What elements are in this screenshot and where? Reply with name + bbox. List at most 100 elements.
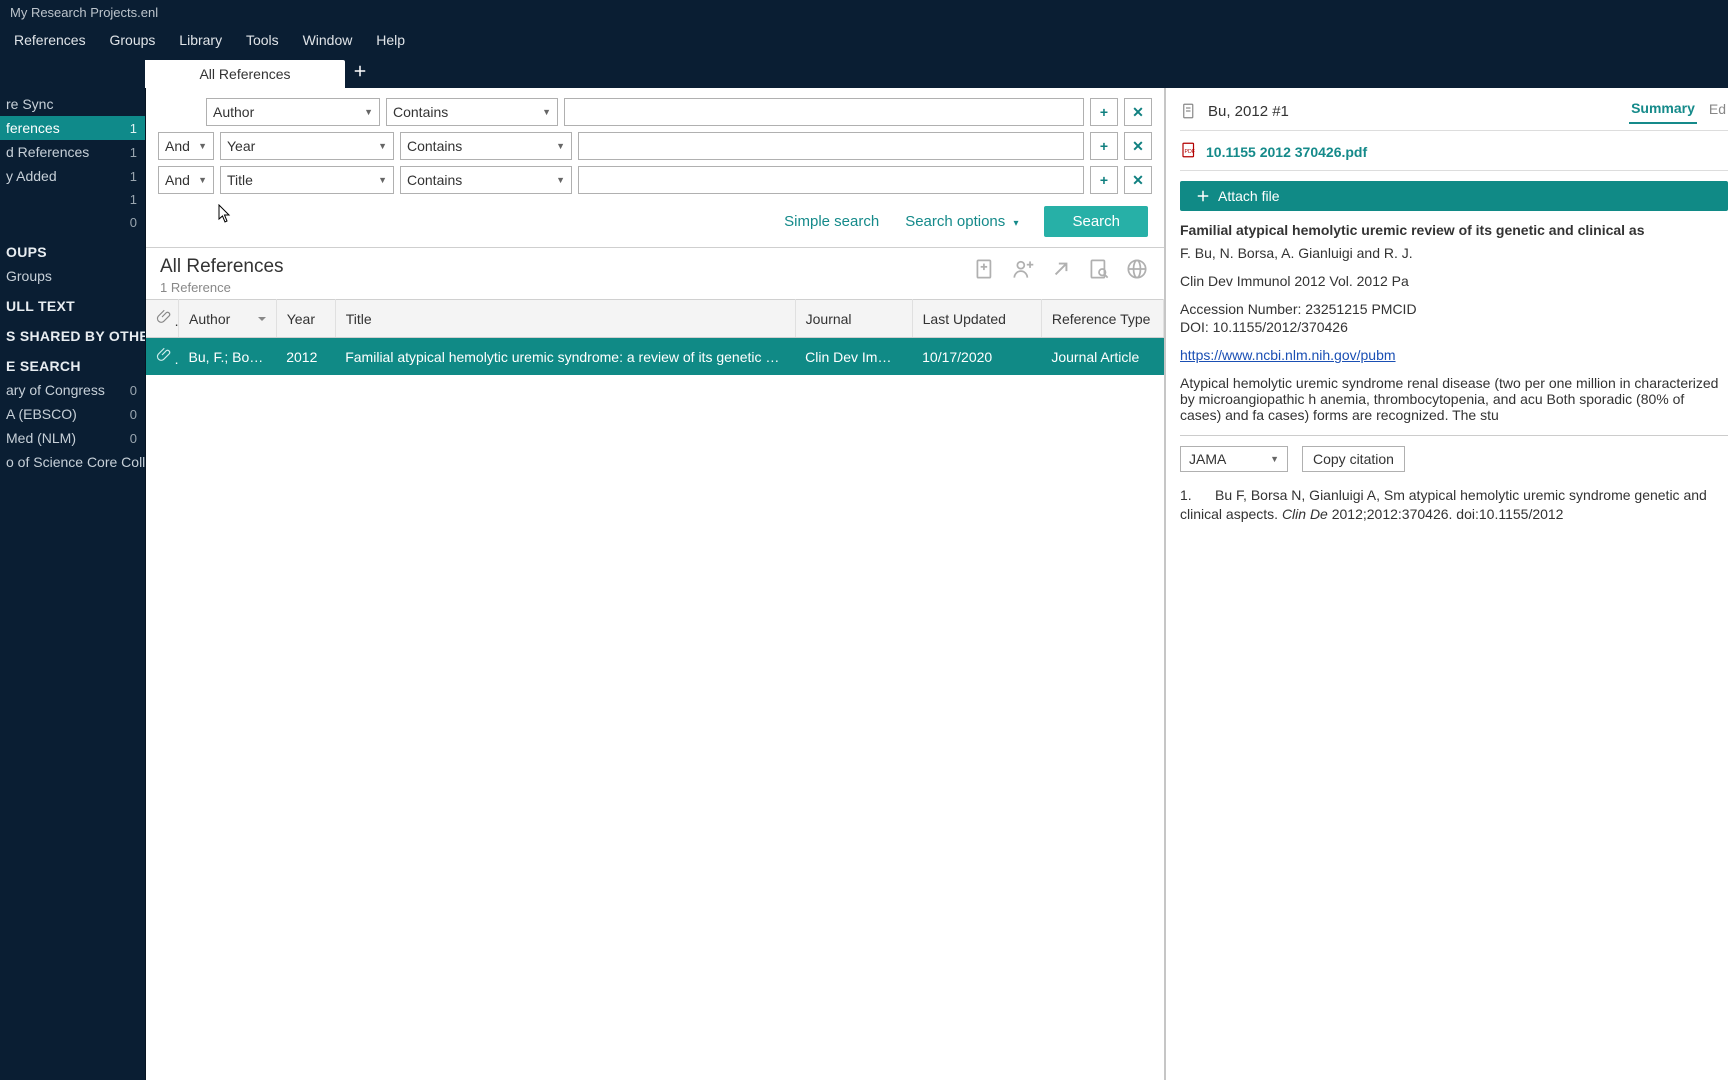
- preview-tab-summary[interactable]: Summary: [1629, 98, 1697, 124]
- preview-abstract: Atypical hemolytic uremic syndrome renal…: [1180, 375, 1728, 423]
- sidebar-header-online-search: E SEARCH: [0, 348, 145, 378]
- chevron-down-icon: ▼: [198, 141, 207, 151]
- web-icon[interactable]: [1124, 256, 1150, 282]
- search-value-input[interactable]: [578, 132, 1084, 160]
- cell-journal: Clin Dev Immunol: [795, 338, 912, 376]
- attach-file-label: Attach file: [1218, 188, 1279, 204]
- menu-library[interactable]: Library: [169, 28, 232, 52]
- search-value-input[interactable]: [564, 98, 1084, 126]
- table-row[interactable]: Bu, F.; Borsa, ... 2012 Familial atypica…: [146, 338, 1164, 376]
- citation-style-value: JAMA: [1189, 451, 1226, 467]
- results-heading: All References: [160, 256, 284, 278]
- add-search-row-button[interactable]: +: [1090, 132, 1118, 160]
- search-operator-select[interactable]: Contains ▼: [400, 166, 572, 194]
- chevron-down-icon: ▼: [1270, 454, 1279, 464]
- sidebar-header-shared: S SHARED BY OTHERS: [0, 318, 145, 348]
- preview-title: Familial atypical hemolytic uremic revie…: [1180, 221, 1728, 239]
- sidebar-source-pubmed[interactable]: Med (NLM) 0: [0, 426, 145, 450]
- preview-panel: Bu, 2012 #1 Summary Ed PDF 10.1155 2012 …: [1166, 88, 1728, 1080]
- col-title[interactable]: Title: [335, 300, 795, 338]
- search-operator-value: Contains: [407, 172, 462, 188]
- col-attachment[interactable]: [146, 300, 179, 338]
- chevron-down-icon: ▼: [378, 175, 387, 185]
- search-bool-select[interactable]: And ▼: [158, 166, 214, 194]
- add-search-row-button[interactable]: +: [1090, 98, 1118, 126]
- chevron-down-icon: ▼: [378, 141, 387, 151]
- export-icon[interactable]: [1048, 256, 1074, 282]
- share-user-icon[interactable]: [1010, 256, 1036, 282]
- search-row: And ▼ Title ▼ Contains ▼ + ✕: [158, 166, 1152, 194]
- search-bool-select[interactable]: And ▼: [158, 132, 214, 160]
- menu-groups[interactable]: Groups: [99, 28, 165, 52]
- citation-text: 1. Bu F, Borsa N, Gianluigi A, Sm atypic…: [1180, 486, 1728, 524]
- sidebar: re Sync ferences 1 d References 1 y Adde…: [0, 88, 146, 1080]
- search-field-select[interactable]: Year ▼: [220, 132, 394, 160]
- search-button[interactable]: Search: [1044, 206, 1148, 237]
- attach-file-button[interactable]: Attach file: [1180, 181, 1728, 211]
- tab-all-references-label: All References: [199, 66, 290, 82]
- simple-search-link[interactable]: Simple search: [784, 213, 879, 230]
- search-operator-select[interactable]: Contains ▼: [400, 132, 572, 160]
- find-fulltext-icon[interactable]: [1086, 256, 1112, 282]
- sidebar-source-wos[interactable]: o of Science Core Colle... 0: [0, 450, 145, 474]
- col-author[interactable]: Author: [179, 300, 277, 338]
- menu-references[interactable]: References: [4, 28, 96, 52]
- search-bool-value: And: [165, 172, 190, 188]
- sidebar-item-recently-added[interactable]: y Added 1: [0, 164, 145, 188]
- preview-ref-id: Bu, 2012 #1: [1208, 103, 1289, 120]
- sidebar-item-references[interactable]: ferences 1: [0, 116, 145, 140]
- sidebar-item-unfiled[interactable]: 1: [0, 188, 145, 211]
- sidebar-item-count: 1: [130, 169, 137, 184]
- remove-search-row-button[interactable]: ✕: [1124, 132, 1152, 160]
- preview-tab-edit[interactable]: Ed: [1707, 99, 1728, 123]
- preview-authors: F. Bu, N. Borsa, A. Gianluigi and R. J.: [1180, 245, 1728, 261]
- new-reference-icon[interactable]: [972, 256, 998, 282]
- window-title-text: My Research Projects.enl: [10, 5, 158, 20]
- sidebar-item-label: y Added: [6, 168, 57, 184]
- sidebar-sync[interactable]: re Sync: [0, 92, 145, 116]
- col-journal[interactable]: Journal: [795, 300, 912, 338]
- search-options-link[interactable]: Search options ▾: [905, 213, 1018, 230]
- col-year[interactable]: Year: [276, 300, 335, 338]
- copy-citation-button[interactable]: Copy citation: [1302, 446, 1405, 472]
- remove-search-row-button[interactable]: ✕: [1124, 98, 1152, 126]
- sidebar-item-count: 0: [130, 407, 137, 422]
- search-actions: Simple search Search options ▾ Search: [158, 200, 1152, 239]
- tab-all-references[interactable]: All References: [145, 60, 345, 88]
- cell-author: Bu, F.; Borsa, ...: [179, 338, 277, 376]
- document-icon: [1180, 102, 1198, 120]
- sidebar-source-ebsco[interactable]: A (EBSCO) 0: [0, 402, 145, 426]
- preview-pdf-row[interactable]: PDF 10.1155 2012 370426.pdf: [1180, 131, 1728, 171]
- sidebar-sync-label: re Sync: [6, 96, 53, 112]
- add-search-row-button[interactable]: +: [1090, 166, 1118, 194]
- search-operator-select[interactable]: Contains ▼: [386, 98, 558, 126]
- col-reference-type[interactable]: Reference Type: [1041, 300, 1163, 338]
- menu-bar: References Groups Library Tools Window H…: [0, 24, 1728, 58]
- preview-header: Bu, 2012 #1 Summary Ed: [1180, 96, 1728, 131]
- sidebar-my-groups[interactable]: Groups: [0, 264, 145, 288]
- search-field-value: Title: [227, 172, 253, 188]
- sidebar-item-count: 0: [130, 383, 137, 398]
- search-field-select[interactable]: Author ▼: [206, 98, 380, 126]
- menu-tools[interactable]: Tools: [236, 28, 289, 52]
- svg-text:PDF: PDF: [1185, 149, 1196, 155]
- cell-year: 2012: [276, 338, 335, 376]
- plus-icon: [1194, 187, 1212, 205]
- menu-help[interactable]: Help: [366, 28, 415, 52]
- search-field-select[interactable]: Title ▼: [220, 166, 394, 194]
- sidebar-item-label: d References: [6, 144, 89, 160]
- remove-search-row-button[interactable]: ✕: [1124, 166, 1152, 194]
- preview-url[interactable]: https://www.ncbi.nlm.nih.gov/pubm: [1180, 347, 1396, 363]
- add-tab-button[interactable]: [345, 57, 375, 88]
- menu-window[interactable]: Window: [293, 28, 363, 52]
- cell-updated: 10/17/2020: [912, 338, 1041, 376]
- search-value-input[interactable]: [578, 166, 1084, 194]
- citation-bar: JAMA ▼ Copy citation: [1180, 435, 1728, 478]
- sidebar-item-trash[interactable]: 0: [0, 211, 145, 234]
- sidebar-source-loc[interactable]: ary of Congress 0: [0, 378, 145, 402]
- col-last-updated[interactable]: Last Updated: [912, 300, 1041, 338]
- sidebar-item-count: 0: [130, 215, 137, 230]
- citation-style-select[interactable]: JAMA ▼: [1180, 446, 1288, 472]
- search-bool-value: And: [165, 138, 190, 154]
- sidebar-item-imported-references[interactable]: d References 1: [0, 140, 145, 164]
